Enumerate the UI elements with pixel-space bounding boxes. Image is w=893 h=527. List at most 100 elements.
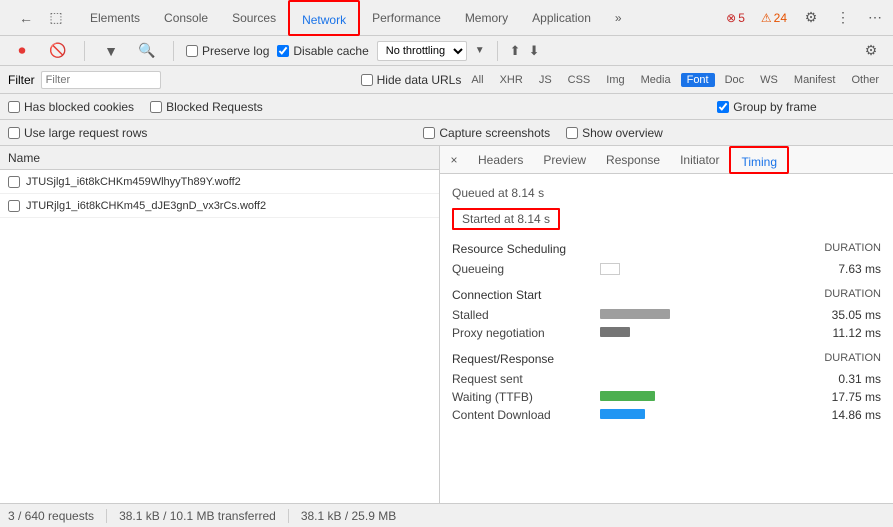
request-sent-value: 0.31 ms [811,372,881,386]
filter-other[interactable]: Other [845,73,885,87]
filter-type-buttons: Hide data URLs All XHR JS CSS Img Media … [361,73,885,87]
filter-ws[interactable]: WS [754,73,784,87]
tab-console[interactable]: Console [152,0,220,36]
blocked-cookies-checkbox[interactable] [8,101,20,113]
tab-elements[interactable]: Elements [78,0,152,36]
network-settings-icon[interactable]: ⚙ [857,37,885,65]
blocked-requests-checkbox[interactable] [150,101,162,113]
waiting-value: 17.75 ms [811,390,881,404]
blocked-cookies-label[interactable]: Has blocked cookies [8,100,134,114]
toolbar-divider2 [173,41,174,61]
connection-duration-label: DURATION [824,288,881,302]
queued-label: Queued at 8.14 s [452,186,544,200]
request-row[interactable]: JTUSjlg1_i6t8kCHKm459WlhyyTh89Y.woff2 [0,170,439,194]
request-response-label: Request/Response [452,352,554,366]
preserve-log-text: Preserve log [202,44,269,58]
filter-doc[interactable]: Doc [719,73,751,87]
tab-more[interactable]: » [603,0,634,36]
show-overview-checkbox[interactable] [566,127,578,139]
blocked-requests-text: Blocked Requests [166,100,263,114]
tab-network[interactable]: Network [288,0,360,36]
proxy-bar-container [600,327,803,339]
tab-headers[interactable]: Headers [468,146,533,174]
search-icon[interactable]: 🔍 [133,37,161,65]
blocked-cookies-text: Has blocked cookies [24,100,134,114]
tab-performance[interactable]: Performance [360,0,453,36]
filter-css[interactable]: CSS [562,73,597,87]
request-sent-row: Request sent 0.31 ms [452,370,881,388]
group-by-frame-text: Group by frame [733,100,816,114]
filter-js[interactable]: JS [533,73,558,87]
started-at-wrapper: Started at 8.14 s [452,206,881,232]
use-large-rows-label[interactable]: Use large request rows [8,126,147,140]
request-response-section: Request/Response DURATION Request sent 0… [452,352,881,424]
request-name-1: JTUSjlg1_i6t8kCHKm459WlhyyTh89Y.woff2 [26,176,241,188]
request-checkbox-1[interactable] [8,176,20,188]
toolbar-divider3 [497,41,498,61]
tab-sources[interactable]: Sources [220,0,288,36]
download-icon[interactable]: ⬇ [529,43,540,59]
filter-input[interactable] [41,71,161,89]
download-bar-container [600,409,803,421]
hide-data-urls-label[interactable]: Hide data URLs [361,73,462,87]
inspect-icon[interactable]: ⬚ [42,4,70,32]
stalled-value: 35.05 ms [811,308,881,322]
tab-memory[interactable]: Memory [453,0,520,36]
tab-initiator[interactable]: Initiator [670,146,729,174]
group-by-frame-label[interactable]: Group by frame [717,100,816,114]
throttle-arrow: ▼ [475,45,485,56]
download-label: Content Download [452,408,592,422]
request-row[interactable]: JTURjlg1_i6t8kCHKm45_dJE3gnD_vx3rCs.woff… [0,194,439,218]
record-icon[interactable]: ⏺ [8,37,36,65]
warning-badge: ⚠ 24 [755,9,793,27]
tab-response[interactable]: Response [596,146,670,174]
network-toolbar: ⏺ 🚫 ▼ 🔍 Preserve log Disable cache No th… [0,36,893,66]
upload-icon[interactable]: ⬆ [510,43,521,59]
clear-icon[interactable]: 🚫 [44,37,72,65]
hide-data-urls-checkbox[interactable] [361,74,373,86]
filter-img[interactable]: Img [600,73,630,87]
undock-icon[interactable]: ⋯ [861,4,889,32]
filter-xhr[interactable]: XHR [494,73,529,87]
filter-font[interactable]: Font [681,73,715,87]
use-large-rows-text: Use large request rows [24,126,147,140]
preserve-log-label[interactable]: Preserve log [186,44,269,58]
use-large-rows-checkbox[interactable] [8,127,20,139]
throttling-select[interactable]: No throttling [377,41,467,61]
timing-panel: Queued at 8.14 s Started at 8.14 s Resou… [440,174,893,503]
close-button[interactable]: × [444,150,464,170]
detail-tabs: × Headers Preview Response Initiator Tim… [440,146,893,174]
preserve-log-checkbox[interactable] [186,45,198,57]
show-overview-label[interactable]: Show overview [566,126,663,140]
filter-bar: Filter Hide data URLs All XHR JS CSS Img… [0,66,893,94]
tab-application[interactable]: Application [520,0,603,36]
blocked-requests-label[interactable]: Blocked Requests [150,100,263,114]
capture-screenshots-checkbox[interactable] [423,127,435,139]
waiting-bar-container [600,391,803,403]
tab-timing[interactable]: Timing [729,146,789,174]
request-checkbox-2[interactable] [8,200,20,212]
capture-screenshots-text: Capture screenshots [439,126,550,140]
disable-cache-label[interactable]: Disable cache [277,44,368,58]
filter-manifest[interactable]: Manifest [788,73,842,87]
transferred-size: 38.1 kB / 10.1 MB transferred [119,509,276,523]
tab-preview[interactable]: Preview [533,146,596,174]
stalled-bar-container [600,309,803,321]
filter-media[interactable]: Media [635,73,677,87]
queueing-row: Queueing 7.63 ms [452,260,881,278]
waiting-row: Waiting (TTFB) 17.75 ms [452,388,881,406]
warning-count: 24 [774,11,787,25]
back-icon[interactable]: ← [12,4,40,32]
settings-icon[interactable]: ⚙ [797,4,825,32]
proxy-row: Proxy negotiation 11.12 ms [452,324,881,342]
disable-cache-checkbox[interactable] [277,45,289,57]
connection-start-section: Connection Start DURATION Stalled 35.05 … [452,288,881,342]
filter-all[interactable]: All [465,73,489,87]
queued-at: Queued at 8.14 s [452,182,881,204]
filter-icon[interactable]: ▼ [97,37,125,65]
capture-screenshots-label[interactable]: Capture screenshots [423,126,550,140]
resources-size: 38.1 kB / 25.9 MB [301,509,396,523]
group-by-frame-checkbox[interactable] [717,101,729,113]
more-icon[interactable]: ⋮ [829,4,857,32]
tab-list: Elements Console Sources Network Perform… [78,0,634,36]
